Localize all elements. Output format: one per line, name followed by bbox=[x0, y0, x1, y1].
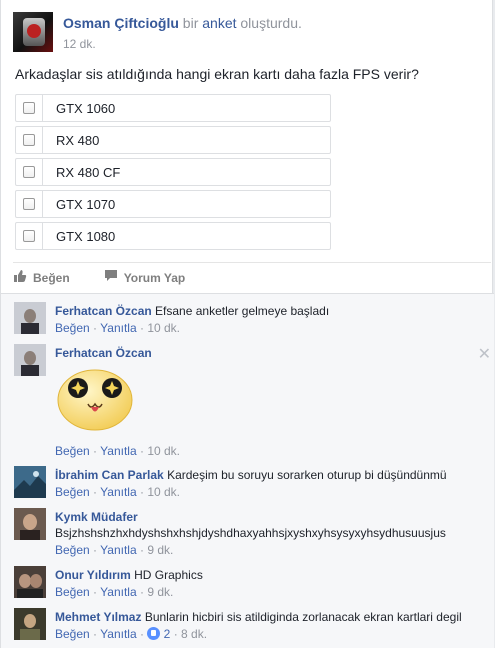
comment-body: İbrahim Can Parlak Kardeşim bu soruyu so… bbox=[55, 467, 485, 500]
like-count-icon[interactable] bbox=[147, 627, 161, 640]
separator: · bbox=[139, 321, 144, 335]
comment-reply-link[interactable]: Yanıtla bbox=[100, 543, 136, 557]
poll-option-label: GTX 1060 bbox=[56, 100, 116, 116]
separator: · bbox=[139, 485, 144, 499]
comment-meta: Beğen · Yanıtla · 10 dk. bbox=[55, 443, 485, 459]
comment-like-link[interactable]: Beğen bbox=[55, 585, 90, 599]
checkbox[interactable] bbox=[23, 230, 35, 242]
comment-meta: Beğen · Yanıtla · 9 dk. bbox=[55, 584, 485, 600]
comment-time[interactable]: 10 dk. bbox=[147, 321, 180, 335]
emoji-sticker bbox=[55, 366, 135, 432]
comment-reply-link[interactable]: Yanıtla bbox=[100, 485, 136, 499]
separator: · bbox=[93, 627, 98, 641]
commenter-name[interactable]: Mehmet Yılmaz bbox=[55, 610, 141, 624]
comment-body: Ferhatcan Özcan Efsane anketler gelmeye … bbox=[55, 303, 485, 336]
separator: · bbox=[93, 321, 98, 335]
comment-meta: Beğen · Yanıtla · 9 dk. bbox=[55, 542, 485, 558]
avatar[interactable] bbox=[14, 608, 46, 640]
poll-option[interactable]: GTX 1070 bbox=[15, 190, 331, 218]
separator: · bbox=[139, 585, 144, 599]
comment-body: Ferhatcan Özcan bbox=[55, 345, 485, 361]
avatar[interactable] bbox=[14, 466, 46, 498]
comment-button[interactable]: Yorum Yap bbox=[104, 269, 186, 286]
comment-like-link[interactable]: Beğen bbox=[55, 321, 90, 335]
comment-bubble-icon bbox=[104, 269, 124, 286]
comment-text: HD Graphics bbox=[134, 568, 203, 582]
comment-like-link[interactable]: Beğen bbox=[55, 627, 90, 641]
poll-option-label: GTX 1080 bbox=[56, 228, 116, 244]
checkbox[interactable] bbox=[23, 102, 35, 114]
poll-option-label: RX 480 CF bbox=[56, 164, 121, 180]
comment-text: Efsane anketler gelmeye başladı bbox=[155, 304, 330, 318]
separator: · bbox=[173, 627, 178, 641]
comments-section: Ferhatcan Özcan Efsane anketler gelmeye … bbox=[1, 293, 494, 648]
comment-text: Bsjzhshshzhxhdyshshxhshjdyshdhaxyahhsjxy… bbox=[55, 526, 446, 540]
separator: · bbox=[93, 543, 98, 557]
comment-body: Onur Yıldırım HD Graphics Beğen · Yanıtl… bbox=[55, 567, 485, 600]
comment-time[interactable]: 10 dk. bbox=[147, 485, 180, 499]
separator: · bbox=[93, 585, 98, 599]
post-header-line: Osman Çiftcioğlu bir anket oluşturdu. bbox=[63, 15, 302, 31]
comment-body: Kymk Müdafer Bsjzhshshzhxhdyshshxhshjdys… bbox=[55, 509, 485, 558]
commenter-name[interactable]: Ferhatcan Özcan bbox=[55, 304, 152, 318]
comment-like-link[interactable]: Beğen bbox=[55, 543, 90, 557]
comment-meta: Beğen · Yanıtla · 2 · 8 dk. bbox=[55, 626, 485, 642]
comment-text: Bunlarin hicbiri sis atildiginda zorlana… bbox=[144, 610, 462, 624]
action-prefix: bir bbox=[182, 15, 199, 31]
post-card: Osman Çiftcioğlu bir anket oluşturdu. 12… bbox=[0, 0, 494, 648]
post-timestamp[interactable]: 12 dk. bbox=[63, 37, 96, 51]
comment-time[interactable]: 10 dk. bbox=[147, 444, 180, 458]
comment-time[interactable]: 9 dk. bbox=[147, 543, 173, 557]
checkbox[interactable] bbox=[23, 198, 35, 210]
author-avatar[interactable] bbox=[13, 12, 53, 52]
comment-reply-link[interactable]: Yanıtla bbox=[100, 627, 136, 641]
separator: · bbox=[139, 627, 144, 641]
poll-option-label: RX 480 bbox=[56, 132, 100, 148]
separator: · bbox=[139, 444, 144, 458]
post-header: Osman Çiftcioğlu bir anket oluşturdu. 12… bbox=[13, 12, 483, 54]
commenter-name[interactable]: Onur Yıldırım bbox=[55, 568, 131, 582]
poll-option[interactable]: GTX 1060 bbox=[15, 94, 331, 122]
poll-link[interactable]: anket bbox=[202, 15, 236, 31]
separator: · bbox=[93, 485, 98, 499]
comment-text: Kardeşim bu soruyu sorarken oturup bi dü… bbox=[167, 468, 447, 482]
action-suffix: oluşturdu. bbox=[240, 15, 302, 31]
poll-question: Arkadaşlar sis atıldığında hangi ekran k… bbox=[15, 66, 419, 82]
poll-options: GTX 1060 RX 480 RX 480 CF GTX 1070 GTX 1… bbox=[15, 94, 331, 254]
like-count[interactable]: 2 bbox=[164, 627, 171, 641]
post-action-bar: Beğen Yorum Yap bbox=[13, 262, 491, 292]
thumbs-up-icon bbox=[13, 269, 33, 286]
checkbox[interactable] bbox=[23, 134, 35, 146]
comment-button-label: Yorum Yap bbox=[123, 270, 186, 285]
like-button-label: Beğen bbox=[33, 270, 70, 285]
avatar[interactable] bbox=[14, 344, 46, 376]
commenter-name[interactable]: İbrahim Can Parlak bbox=[55, 468, 164, 482]
comment-like-link[interactable]: Beğen bbox=[55, 485, 90, 499]
commenter-name[interactable]: Ferhatcan Özcan bbox=[55, 346, 152, 360]
comment-reply-link[interactable]: Yanıtla bbox=[100, 444, 136, 458]
close-icon[interactable]: ✕ bbox=[478, 344, 491, 364]
separator: · bbox=[139, 543, 144, 557]
separator: · bbox=[93, 444, 98, 458]
avatar[interactable] bbox=[14, 508, 46, 540]
like-button[interactable]: Beğen bbox=[13, 269, 70, 286]
comment-time[interactable]: 9 dk. bbox=[147, 585, 173, 599]
avatar[interactable] bbox=[14, 302, 46, 334]
comment-meta: Beğen · Yanıtla · 10 dk. bbox=[55, 484, 485, 500]
comment-body: Mehmet Yılmaz Bunlarin hicbiri sis atild… bbox=[55, 609, 485, 642]
comment-time[interactable]: 8 dk. bbox=[181, 627, 207, 641]
commenter-name[interactable]: Kymk Müdafer bbox=[55, 510, 138, 524]
poll-option[interactable]: RX 480 bbox=[15, 126, 331, 154]
comment-reply-link[interactable]: Yanıtla bbox=[100, 585, 136, 599]
poll-option[interactable]: GTX 1080 bbox=[15, 222, 331, 250]
comment-body: Beğen · Yanıtla · 10 dk. bbox=[55, 442, 485, 459]
comment-reply-link[interactable]: Yanıtla bbox=[100, 321, 136, 335]
checkbox[interactable] bbox=[23, 166, 35, 178]
poll-option[interactable]: RX 480 CF bbox=[15, 158, 331, 186]
author-name[interactable]: Osman Çiftcioğlu bbox=[63, 15, 179, 31]
comment-meta: Beğen · Yanıtla · 10 dk. bbox=[55, 320, 485, 336]
poll-option-label: GTX 1070 bbox=[56, 196, 116, 212]
comment-like-link[interactable]: Beğen bbox=[55, 444, 90, 458]
avatar[interactable] bbox=[14, 566, 46, 598]
